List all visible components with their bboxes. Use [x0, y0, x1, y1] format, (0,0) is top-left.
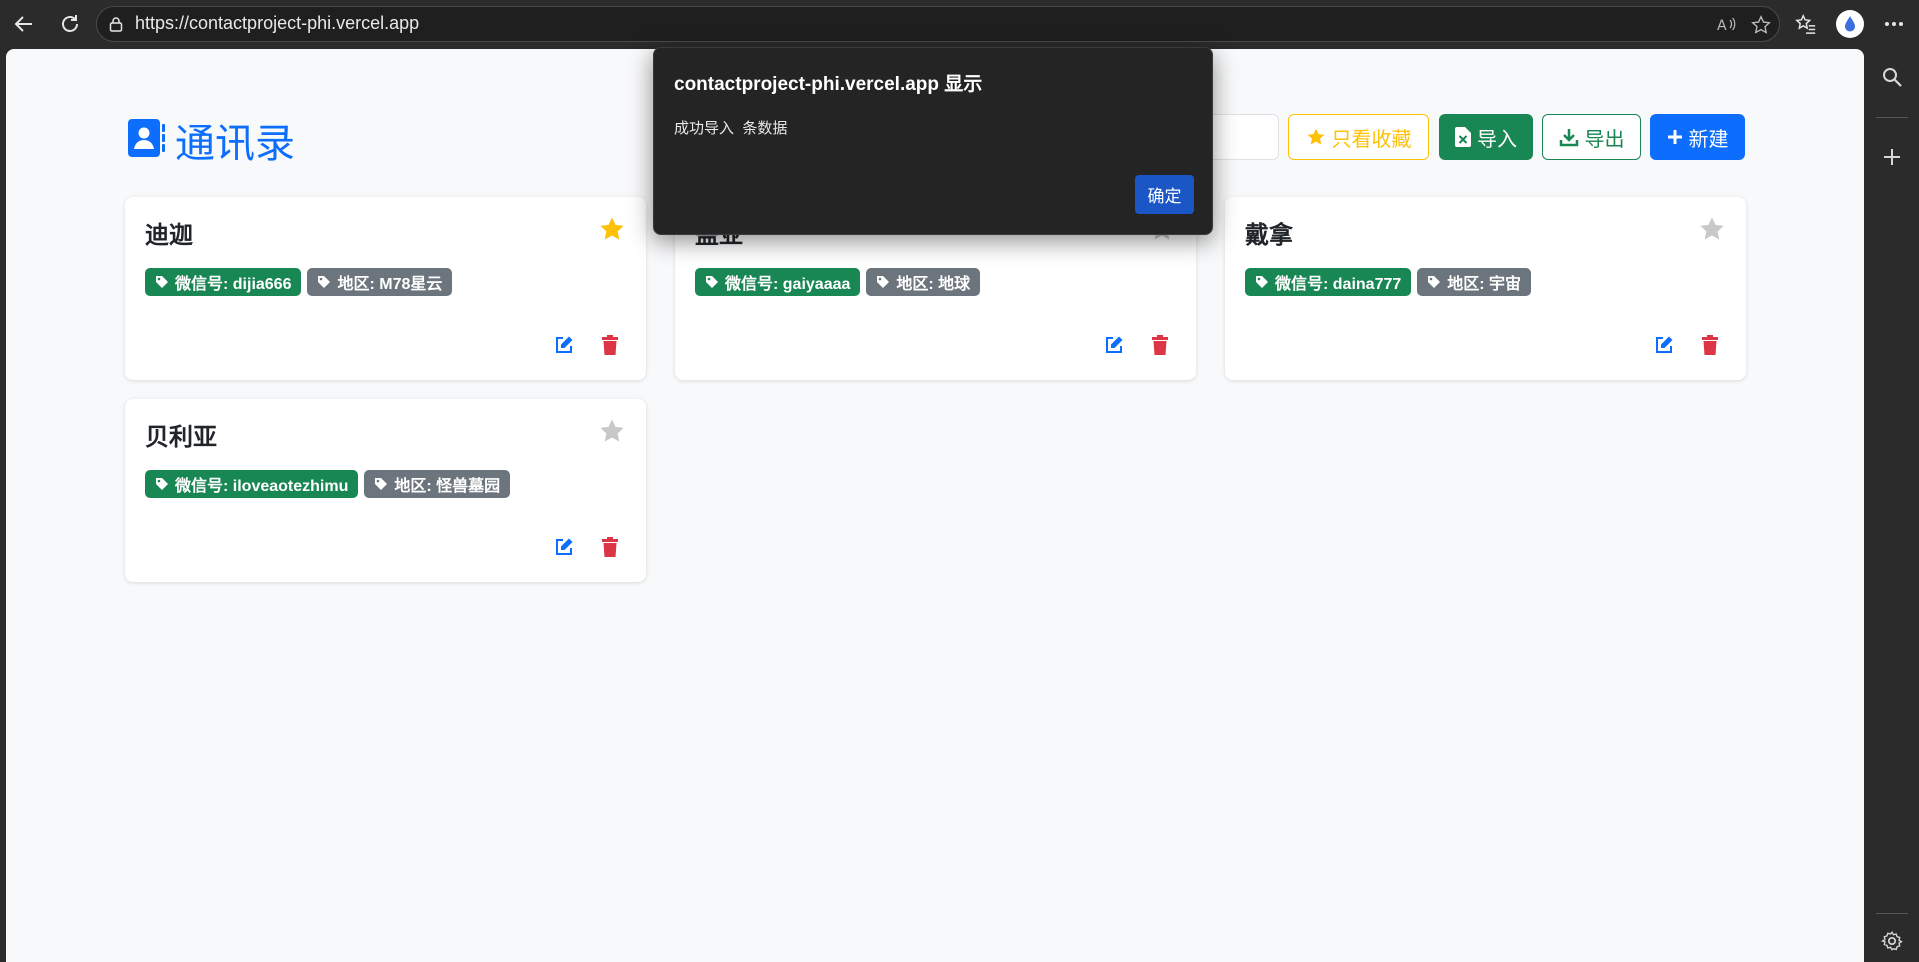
contact-name: 迪迦 [145, 222, 193, 249]
dialog-title: contactproject-phi.vercel.app 显示 [674, 74, 983, 95]
region-badge: 地区: 怪兽墓园 [364, 470, 511, 498]
lock-icon[interactable] [108, 16, 124, 32]
wechat-badge: 微信号: iloveaotezhimu [145, 470, 359, 498]
export-label: 导出 [1584, 128, 1625, 151]
star-icon[interactable] [598, 417, 626, 445]
tag-icon [706, 276, 718, 288]
url-text[interactable]: https://contactproject-phi.vercel.app [135, 13, 419, 34]
tag-icon [877, 276, 890, 288]
region-badge: 地区: 地球 [866, 268, 981, 296]
sidebar-divider [1876, 913, 1908, 914]
contact-card: 迪迦 微信号: dijia666 地区: M78星云 [125, 197, 646, 380]
favorite-star-icon[interactable] [1749, 13, 1773, 37]
tag-icon [1256, 276, 1268, 288]
tag-icon [1428, 276, 1441, 288]
wechat-text: 微信号: daina777 [1275, 276, 1402, 293]
region-text: 地区: 怪兽墓园 [394, 478, 501, 495]
star-icon[interactable] [1698, 215, 1726, 243]
favorites-only-button[interactable]: 只看收藏 [1288, 114, 1429, 160]
wechat-badge: 微信号: dijia666 [145, 268, 302, 296]
address-bar[interactable]: https://contactproject-phi.vercel.app A [96, 6, 1780, 42]
wechat-badge: 微信号: gaiyaaaa [695, 268, 861, 296]
wechat-text: 微信号: dijia666 [175, 276, 292, 293]
dialog-message: 成功导入 条数据 [674, 120, 788, 137]
trash-icon[interactable] [1700, 335, 1720, 355]
refresh-icon[interactable] [54, 8, 86, 40]
tag-icon [375, 478, 388, 490]
new-contact-button[interactable]: 新建 [1650, 114, 1745, 160]
trash-icon[interactable] [600, 335, 620, 355]
back-icon[interactable] [8, 8, 40, 40]
star-icon[interactable] [598, 215, 626, 243]
contact-book-icon [127, 118, 165, 162]
trash-icon[interactable] [1150, 335, 1170, 355]
favorites-list-icon[interactable] [1790, 8, 1822, 40]
read-aloud-icon[interactable]: A [1715, 13, 1739, 37]
add-icon[interactable] [1876, 141, 1908, 173]
edit-icon[interactable] [1104, 335, 1124, 355]
region-text: 地区: 宇宙 [1447, 276, 1522, 293]
trash-icon[interactable] [600, 537, 620, 557]
region-badge: 地区: M78星云 [307, 268, 453, 296]
region-text: 地区: 地球 [896, 276, 971, 293]
wechat-text: 微信号: gaiyaaaa [725, 276, 851, 293]
svg-text:A: A [1717, 18, 1727, 34]
download-icon [1559, 129, 1578, 147]
contact-card: 戴拿 微信号: daina777 地区: 宇宙 [1225, 197, 1746, 380]
edit-icon[interactable] [1654, 335, 1674, 355]
profile-avatar[interactable] [1836, 10, 1864, 38]
favorites-only-label: 只看收藏 [1331, 128, 1412, 151]
contact-card: 贝利亚 微信号: iloveaotezhimu 地区: 怪兽墓园 [125, 399, 646, 582]
gear-icon[interactable] [1876, 925, 1908, 957]
star-icon [1307, 128, 1324, 145]
sidebar-divider [1876, 117, 1908, 118]
tag-icon [156, 276, 168, 288]
tag-icon [156, 478, 168, 490]
browser-toolbar: https://contactproject-phi.vercel.app A [0, 0, 1919, 49]
app-brand: 通讯录 [127, 111, 295, 169]
more-menu-icon[interactable] [1878, 8, 1910, 40]
import-label: 导入 [1477, 128, 1517, 151]
wechat-badge: 微信号: daina777 [1245, 268, 1412, 296]
browser-sidebar [1866, 49, 1919, 962]
excel-file-icon [1455, 127, 1471, 147]
export-button[interactable]: 导出 [1542, 114, 1641, 160]
tag-icon [318, 276, 331, 288]
plus-icon [1667, 130, 1682, 144]
edit-icon[interactable] [554, 537, 574, 557]
wechat-text: 微信号: iloveaotezhimu [175, 478, 349, 495]
region-text: 地区: M78星云 [337, 276, 443, 293]
edit-icon[interactable] [554, 335, 574, 355]
new-contact-label: 新建 [1688, 128, 1729, 151]
dialog-ok-button[interactable]: 确定 [1135, 175, 1194, 214]
contact-name: 贝利亚 [145, 424, 217, 451]
search-icon[interactable] [1876, 61, 1908, 93]
alert-dialog: contactproject-phi.vercel.app 显示 成功导入 条数… [653, 47, 1213, 235]
page-title: 通讯录 [175, 122, 295, 166]
contact-name: 戴拿 [1245, 222, 1293, 249]
region-badge: 地区: 宇宙 [1417, 268, 1532, 296]
import-button[interactable]: 导入 [1439, 114, 1533, 160]
